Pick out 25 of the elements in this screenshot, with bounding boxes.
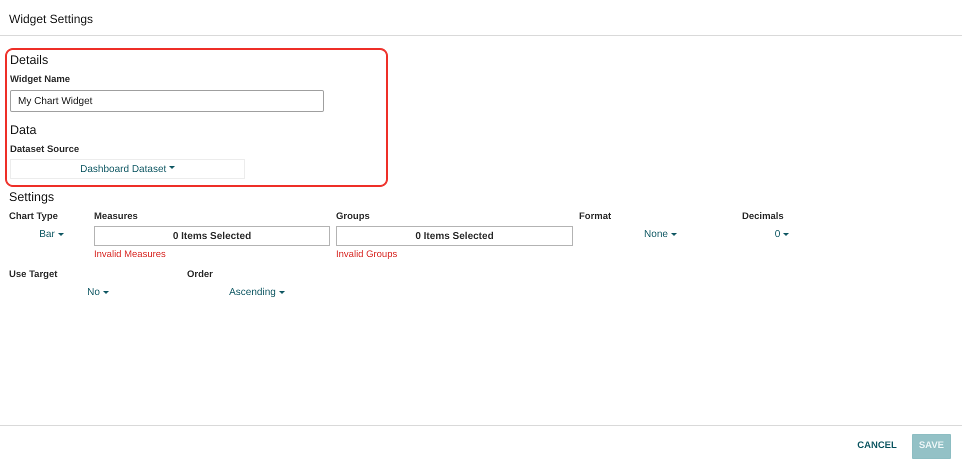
field-label: Order [187, 268, 213, 282]
field-label: Widget Name [10, 72, 70, 86]
field-label: Use Target [9, 268, 58, 282]
multiselect-field[interactable]: 0 Items Selected [336, 226, 573, 246]
cancel-button[interactable]: CANCEL [850, 434, 904, 459]
field-label: Decimals [742, 210, 784, 224]
dropdown[interactable]: Ascending [227, 285, 287, 300]
field-label: Format [579, 210, 612, 224]
error-message: Invalid Groups [336, 248, 398, 262]
section-heading: Details [10, 52, 48, 68]
section-heading: Data [10, 122, 36, 138]
error-message: Invalid Measures [94, 248, 166, 262]
section-heading: Settings [9, 189, 54, 206]
field-label: Groups [336, 210, 370, 224]
field-label: Chart Type [9, 210, 58, 224]
dataset-dropdown[interactable]: Dashboard Dataset [10, 159, 245, 179]
field-label: Dataset Source [10, 142, 80, 156]
widget-name-field[interactable]: My Chart Widget [10, 90, 324, 112]
dropdown[interactable]: No [85, 285, 111, 300]
field-label: Measures [94, 210, 138, 224]
dropdown[interactable]: None [642, 227, 679, 242]
multiselect-field[interactable]: 0 Items Selected [94, 226, 330, 246]
dialog-title: Widget Settings [9, 11, 94, 28]
dropdown[interactable]: Bar [37, 227, 66, 242]
dropdown[interactable]: 0 [772, 227, 792, 242]
